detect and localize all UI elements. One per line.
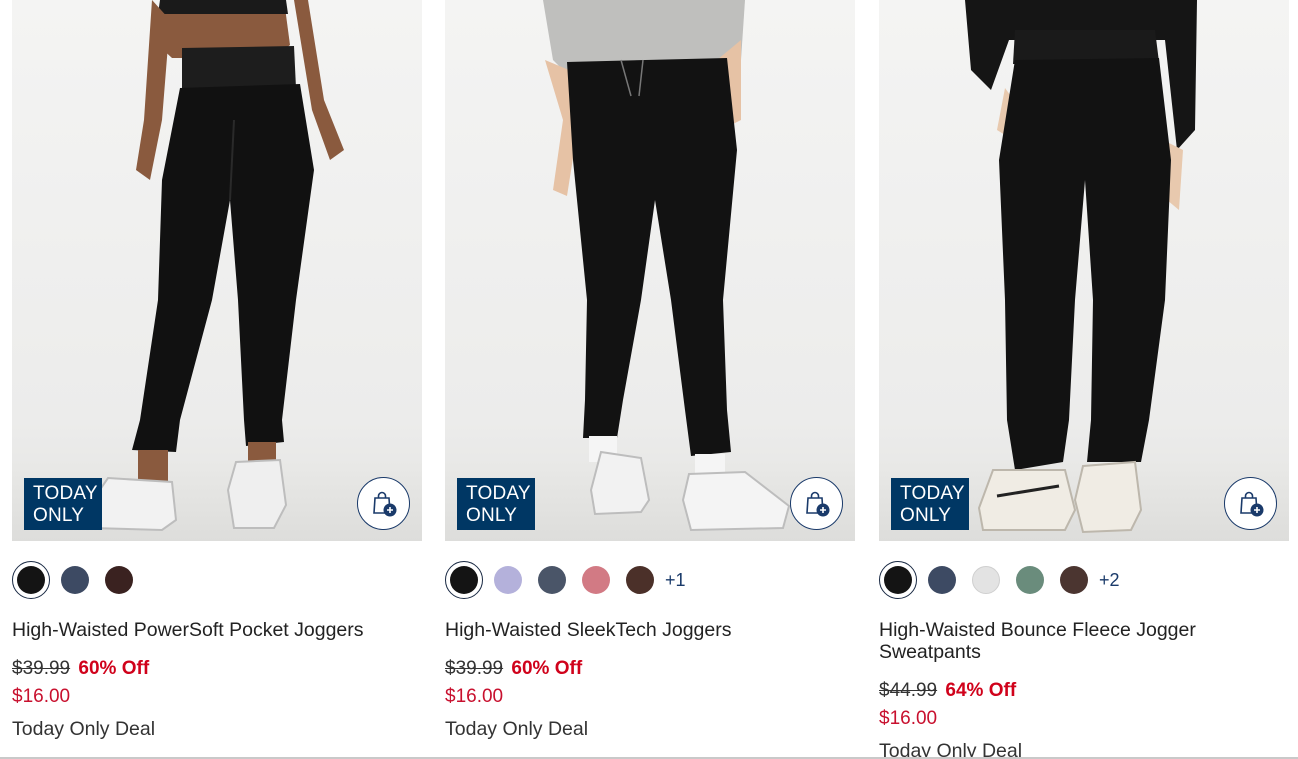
color-swatches: +1 (445, 561, 686, 599)
shopping-bag-plus-icon (372, 491, 396, 516)
add-to-bag-button[interactable] (357, 477, 410, 530)
shopping-bag-plus-icon (805, 491, 829, 516)
swatch[interactable] (61, 566, 89, 594)
product-card: TODAY ONLY High-Waisted PowerSoft Pocket… (12, 0, 422, 740)
original-price: $44.99 (879, 680, 938, 701)
add-to-bag-button[interactable] (790, 477, 843, 530)
product-image[interactable]: TODAY ONLY (445, 0, 855, 541)
product-image[interactable]: TODAY ONLY (12, 0, 422, 541)
original-price: $39.99 (445, 658, 504, 679)
price-row: $44.99 64% Off (879, 680, 1016, 702)
model-photo (965, 0, 1197, 534)
product-card: TODAY ONLY +1 High-Waisted SleekTech Jog… (445, 0, 855, 740)
badge-line: TODAY (466, 483, 531, 504)
swatch[interactable] (1060, 566, 1088, 594)
swatch-dot (450, 566, 478, 594)
add-to-bag-button[interactable] (1224, 477, 1277, 530)
color-swatches: +2 (879, 561, 1120, 599)
more-colors-link[interactable]: +2 (1099, 570, 1120, 591)
product-title[interactable]: High-Waisted Bounce Fleece Jogger Sweatp… (879, 619, 1279, 663)
swatch[interactable] (1016, 566, 1044, 594)
swatch[interactable] (626, 566, 654, 594)
sale-price: $16.00 (12, 686, 71, 707)
badge-line: ONLY (900, 505, 952, 526)
swatch[interactable] (582, 566, 610, 594)
swatch[interactable] (105, 566, 133, 594)
swatch[interactable] (538, 566, 566, 594)
swatch-selected[interactable] (445, 561, 483, 599)
product-title[interactable]: High-Waisted SleekTech Joggers (445, 619, 845, 641)
discount-percent: 60% Off (78, 658, 150, 679)
original-price: $39.99 (12, 658, 71, 679)
today-only-badge: TODAY ONLY (24, 478, 102, 530)
product-image[interactable]: TODAY ONLY (879, 0, 1289, 541)
sale-price: $16.00 (445, 686, 504, 707)
price-row: $39.99 60% Off (12, 658, 149, 680)
badge-line: ONLY (33, 505, 85, 526)
price-row: $39.99 60% Off (445, 658, 582, 680)
shopping-bag-plus-icon (1239, 491, 1263, 516)
deal-label: Today Only Deal (12, 718, 156, 740)
swatch-selected[interactable] (879, 561, 917, 599)
color-swatches (12, 561, 149, 599)
discount-percent: 60% Off (511, 658, 583, 679)
swatch-dot (884, 566, 912, 594)
swatch[interactable] (972, 566, 1000, 594)
discount-percent: 64% Off (945, 680, 1017, 701)
model-photo (84, 0, 344, 532)
deal-label: Today Only Deal (445, 718, 589, 740)
model-photo (543, 0, 791, 532)
swatch-selected[interactable] (12, 561, 50, 599)
badge-line: TODAY (33, 483, 98, 504)
swatch[interactable] (494, 566, 522, 594)
badge-line: ONLY (466, 505, 518, 526)
today-only-badge: TODAY ONLY (457, 478, 535, 530)
today-only-badge: TODAY ONLY (891, 478, 969, 530)
swatch-dot (17, 566, 45, 594)
sale-price: $16.00 (879, 708, 938, 729)
more-colors-link[interactable]: +1 (665, 570, 686, 591)
product-grid: TODAY ONLY High-Waisted PowerSoft Pocket… (0, 0, 1298, 759)
product-card: TODAY ONLY +2 High-Waisted Bounce Fleece… (879, 0, 1289, 759)
badge-line: TODAY (900, 483, 965, 504)
product-title[interactable]: High-Waisted PowerSoft Pocket Joggers (12, 619, 412, 641)
swatch[interactable] (928, 566, 956, 594)
